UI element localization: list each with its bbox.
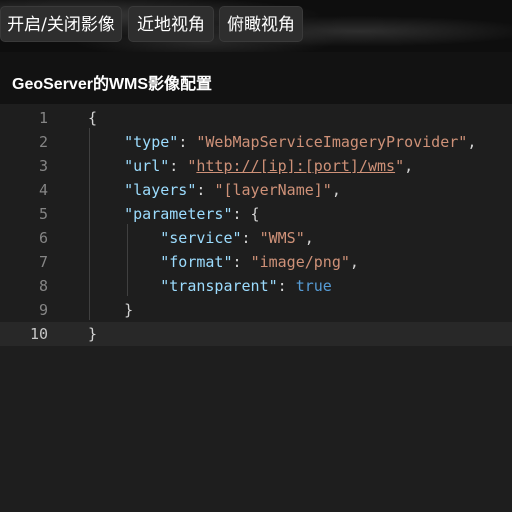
code-token: : (196, 181, 215, 199)
near-ground-view-button[interactable]: 近地视角 (128, 6, 214, 42)
code-token: "url" (124, 157, 170, 175)
code-token: : { (232, 205, 260, 223)
code-line[interactable]: 6 "service": "WMS", (0, 226, 512, 250)
code-text: "service": "WMS", (88, 226, 314, 250)
code-token: : (178, 133, 197, 151)
code-text: "transparent": true (88, 274, 332, 298)
line-number: 4 (38, 181, 48, 199)
toggle-imagery-button[interactable]: 开启/关闭影像 (0, 6, 122, 42)
code-line[interactable]: 10} (0, 322, 512, 346)
code-editor[interactable]: 1{2 "type": "WebMapServiceImageryProvide… (0, 104, 512, 512)
code-line[interactable]: 2 "type": "WebMapServiceImageryProvider"… (0, 130, 512, 154)
code-token: " (395, 157, 405, 175)
line-number: 8 (38, 277, 48, 295)
code-text: "parameters": { (88, 202, 260, 226)
code-token: , (467, 133, 477, 151)
line-number: 9 (38, 301, 48, 319)
line-number: 6 (38, 229, 48, 247)
code-token: } (88, 325, 98, 343)
code-line[interactable]: 4 "layers": "[layerName]", (0, 178, 512, 202)
code-token: : (277, 277, 296, 295)
code-line[interactable]: 8 "transparent": true (0, 274, 512, 298)
code-line[interactable]: 9 } (0, 298, 512, 322)
panel-header: GeoServer的WMS影像配置 (0, 52, 512, 104)
code-token: "[layerName]" (214, 181, 332, 199)
line-number: 7 (38, 253, 48, 271)
code-token: , (304, 229, 314, 247)
code-line[interactable]: 3 "url": "http://[ip]:[port]/wms", (0, 154, 512, 178)
code-text: } (88, 298, 133, 322)
code-token: : (241, 229, 260, 247)
code-token: "transparent" (160, 277, 278, 295)
code-token: "WMS" (259, 229, 305, 247)
code-line[interactable]: 7 "format": "image/png", (0, 250, 512, 274)
code-token: "WebMapServiceImageryProvider" (196, 133, 468, 151)
code-line[interactable]: 5 "parameters": { (0, 202, 512, 226)
code-token: : (232, 253, 251, 271)
map-background-strip: 开启/关闭影像 近地视角 俯瞰视角 (0, 0, 512, 52)
line-number: 3 (38, 157, 48, 175)
code-line[interactable]: 1{ (0, 106, 512, 130)
top-down-view-button[interactable]: 俯瞰视角 (219, 6, 303, 42)
line-number: 10 (29, 325, 48, 343)
code-token: "type" (124, 133, 179, 151)
code-text: } (88, 322, 97, 346)
code-token: : (169, 157, 188, 175)
code-token: http://[ip]:[port]/wms (196, 157, 396, 175)
line-number: 1 (38, 109, 48, 127)
code-token: , (331, 181, 341, 199)
code-token: , (404, 157, 414, 175)
code-text: "format": "image/png", (88, 250, 359, 274)
code-text: "url": "http://[ip]:[port]/wms", (88, 154, 413, 178)
line-number: 5 (38, 205, 48, 223)
code-text: "layers": "[layerName]", (88, 178, 341, 202)
code-token: { (88, 109, 98, 127)
code-token: , (349, 253, 359, 271)
code-token: "layers" (124, 181, 197, 199)
line-number: 2 (38, 133, 48, 151)
code-token: "format" (160, 253, 233, 271)
code-token: "service" (160, 229, 242, 247)
code-token: true (295, 277, 332, 295)
code-token: "parameters" (124, 205, 233, 223)
code-text: { (88, 106, 97, 130)
code-text: "type": "WebMapServiceImageryProvider", (88, 130, 476, 154)
code-token: "image/png" (250, 253, 350, 271)
panel-title: GeoServer的WMS影像配置 (12, 76, 213, 93)
code-token: } (88, 301, 134, 319)
